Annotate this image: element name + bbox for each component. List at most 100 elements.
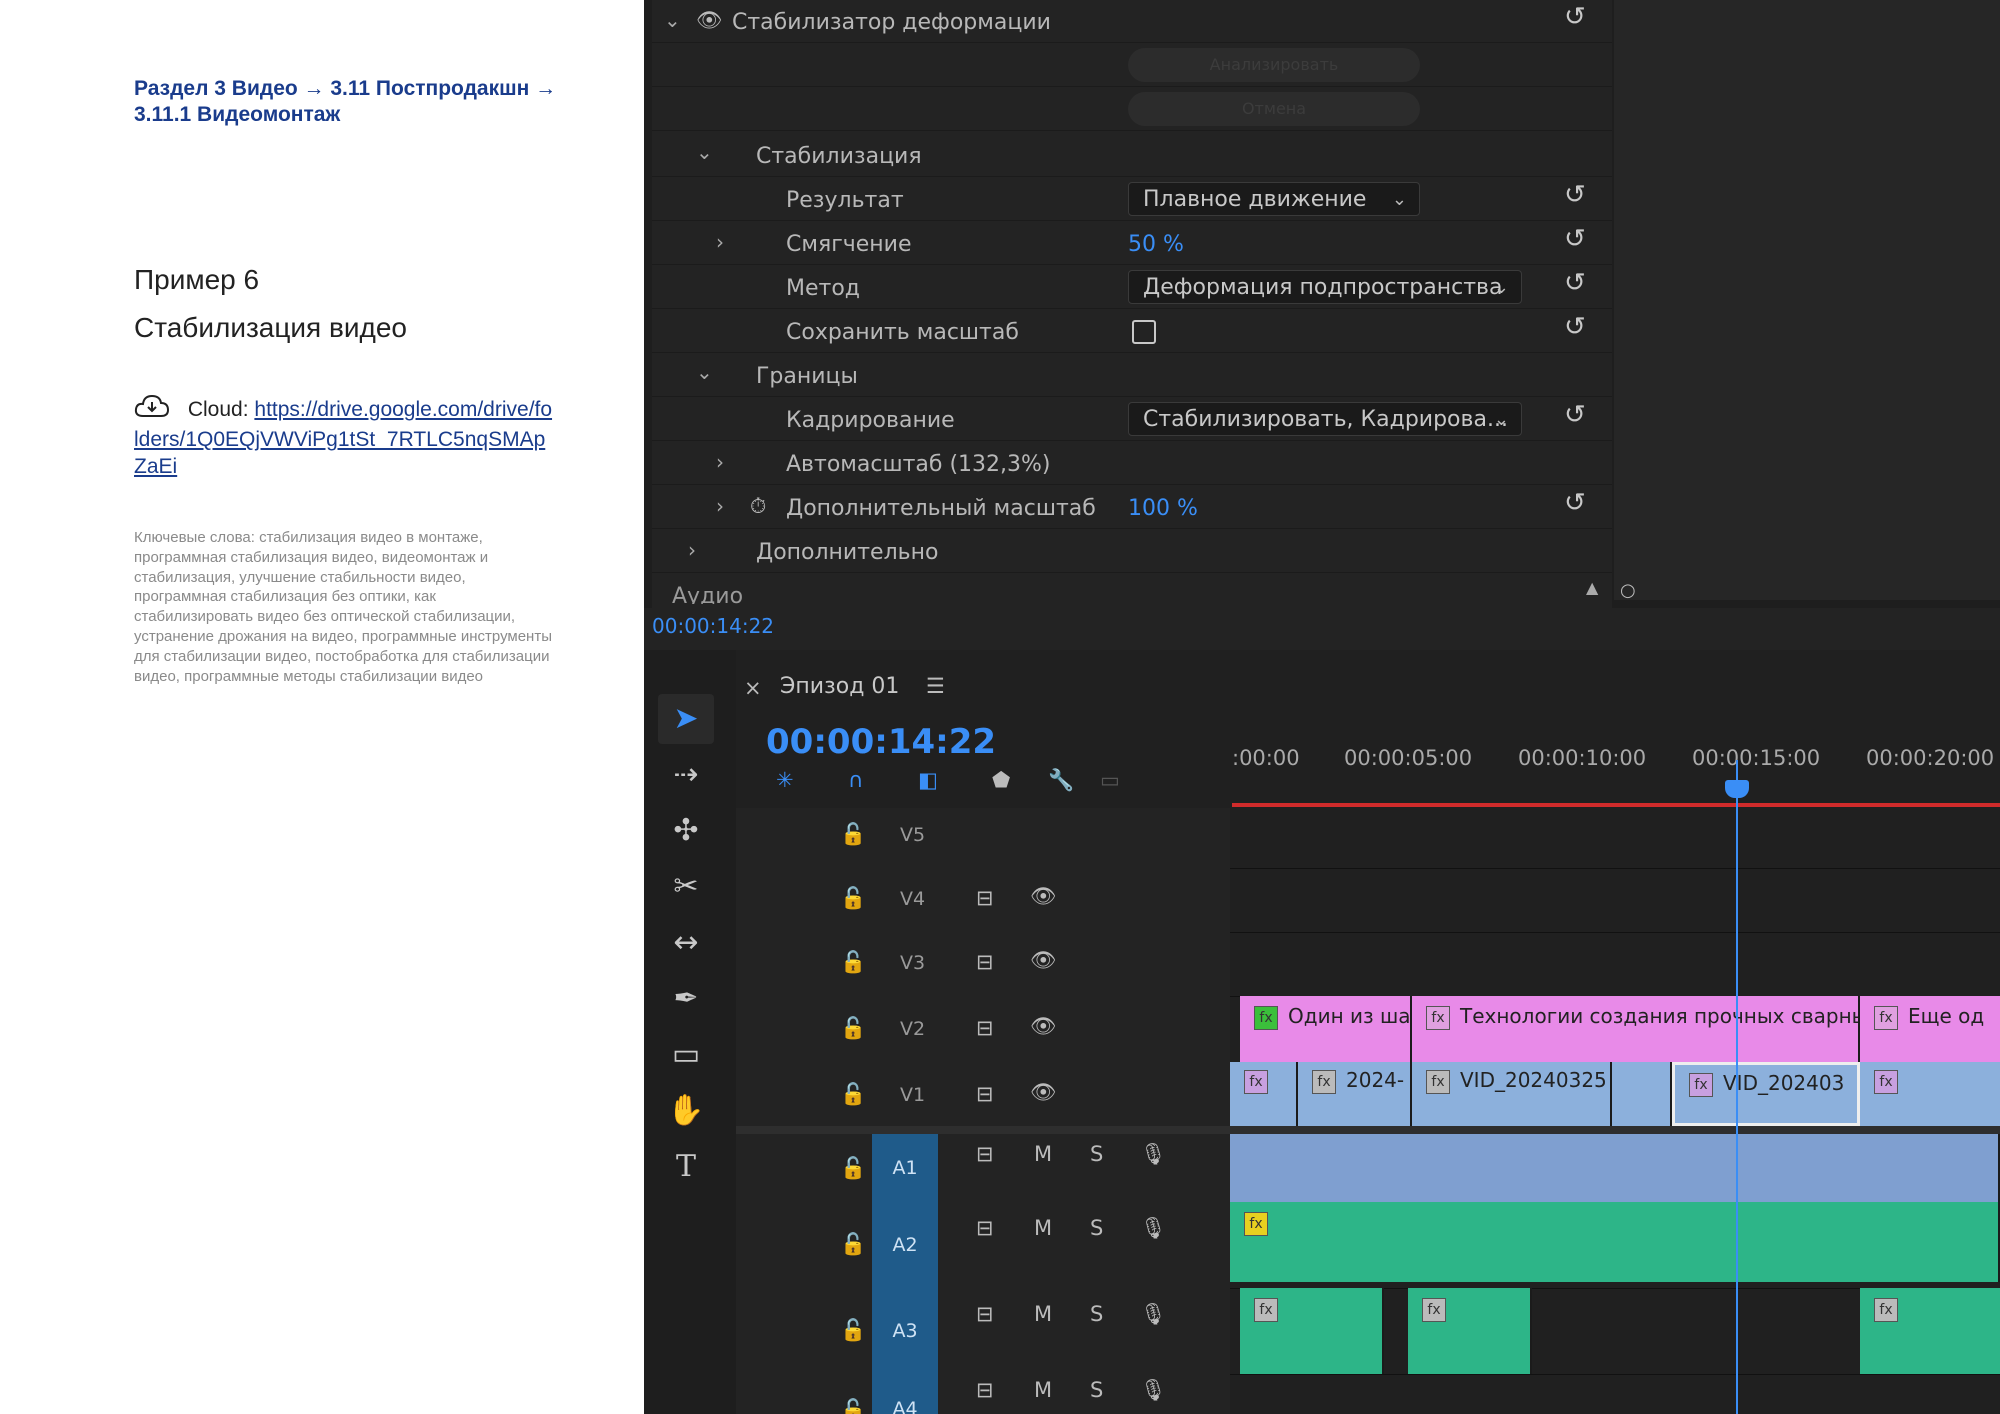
effect-header-row[interactable]: ⌄ 👁 Стабилизатор деформации ↺ [652,0,1612,43]
title-clip[interactable]: fx Технологии создания прочных сварных с [1412,996,1860,1062]
close-icon[interactable]: × [744,676,762,700]
linked-selection-icon[interactable]: ◧ [918,768,938,792]
sync-lock-icon[interactable]: ⊟ [976,1142,994,1166]
type-tool-icon[interactable]: T [658,1142,714,1192]
work-area-bar[interactable] [1232,803,2000,807]
microphone-icon[interactable]: 🎙 [1140,1142,1167,1167]
playhead-line[interactable] [1736,760,1738,1414]
lock-icon[interactable]: 🔓 [840,950,866,975]
chevron-down-icon[interactable]: ⌄ [696,140,713,164]
eye-icon[interactable]: 👁 [1030,948,1057,973]
track-label[interactable]: A2 [872,1202,938,1288]
sync-lock-icon[interactable]: ⊟ [976,1302,994,1326]
reset-icon[interactable]: ↺ [1564,268,1586,298]
track-divider[interactable] [736,1126,2000,1134]
track-label[interactable]: A3 [872,1288,938,1374]
framing-dropdown[interactable]: Стабилизировать, Кадрирова... ⌄ [1128,402,1522,436]
audio-clip[interactable]: fx [1240,1288,1384,1374]
video-clip[interactable]: fx VID_20240325 [1412,1062,1612,1126]
sync-lock-icon[interactable]: ⊟ [976,1082,994,1106]
selected-video-clip[interactable]: fx VID_202403 [1672,1062,1860,1126]
wrench-icon[interactable]: 🔧 [1048,768,1074,793]
track-select-tool-icon[interactable]: ⇢ [658,750,714,800]
sync-lock-off-icon[interactable]: ⊟ [976,886,994,910]
chevron-right-icon[interactable]: › [716,230,724,254]
chevron-down-icon[interactable]: ⌄ [664,8,681,32]
borders-section[interactable]: ⌄ Границы [652,354,1612,397]
solo-button[interactable]: S [1090,1142,1103,1166]
stabilization-section[interactable]: ⌄ Стабилизация [652,134,1612,177]
eye-icon[interactable]: 👁 [1030,1080,1057,1105]
lock-icon[interactable]: 🔓 [840,1398,866,1414]
hand-tool-icon[interactable]: ✋ [658,1086,714,1136]
mute-button[interactable]: M [1034,1378,1052,1402]
scroll-up-icon[interactable]: ▲ [1586,578,1598,597]
result-dropdown[interactable]: Плавное движение ⌄ [1128,182,1420,216]
lock-icon[interactable]: 🔓 [840,1082,866,1107]
microphone-icon[interactable]: 🎙 [1140,1216,1167,1241]
snap-magnet-icon[interactable]: ∩ [848,768,863,792]
lock-icon[interactable]: 🔓 [840,1016,866,1041]
lock-icon[interactable]: 🔓 [840,1156,866,1181]
reset-icon[interactable]: ↺ [1564,224,1586,254]
microphone-icon[interactable]: 🎙 [1140,1378,1167,1403]
stopwatch-icon[interactable]: ⏱ [750,494,766,519]
mute-button[interactable]: M [1034,1142,1052,1166]
reset-icon[interactable]: ↺ [1564,312,1586,342]
zoom-handle-icon[interactable]: ○ [1620,580,1636,601]
analyze-button[interactable]: Анализировать [1128,48,1420,82]
sync-lock-icon[interactable]: ⊟ [976,1216,994,1240]
chevron-right-icon[interactable]: › [716,494,724,518]
title-clip[interactable]: fx Один из ша [1240,996,1412,1062]
chevron-right-icon[interactable]: › [688,538,696,562]
audio-clip[interactable] [1230,1134,2000,1202]
extra-scale-value[interactable]: 100 % [1128,496,1198,521]
lock-icon[interactable]: 🔓 [840,1318,866,1343]
tab-episode-01[interactable]: Эпизод 01 [780,674,899,699]
lock-icon[interactable]: 🔓 [840,822,866,847]
video-clip[interactable]: fx 2024- [1298,1062,1412,1126]
chevron-right-icon[interactable]: › [716,450,724,474]
pen-tool-icon[interactable]: ✒ [658,974,714,1024]
sync-lock-icon[interactable]: ⊟ [976,950,994,974]
lock-icon[interactable]: 🔓 [840,886,866,911]
solo-button[interactable]: S [1090,1378,1103,1402]
title-clip[interactable]: fx Еще од [1860,996,2000,1062]
reset-icon[interactable]: ↺ [1564,488,1586,518]
solo-button[interactable]: S [1090,1216,1103,1240]
smoothing-value[interactable]: 50 % [1128,232,1184,257]
video-clip[interactable]: fx [1230,1062,1298,1126]
microphone-icon[interactable]: 🎙 [1140,1302,1167,1327]
track-label[interactable]: A1 [872,1134,938,1202]
video-clip[interactable] [1612,1062,1672,1126]
audio-clip[interactable]: fx [1408,1288,1532,1374]
mute-button[interactable]: M [1034,1302,1052,1326]
chevron-down-icon[interactable]: ⌄ [696,360,713,384]
captions-icon[interactable]: ▭ [1100,768,1120,792]
video-clip[interactable]: fx [1860,1062,2000,1126]
sequence-timecode[interactable]: 00:00:14:22 [766,722,996,762]
menu-icon[interactable]: ☰ [926,674,945,698]
track-label[interactable]: A4 [872,1374,938,1414]
reset-icon[interactable]: ↺ [1564,400,1586,430]
sync-lock-icon[interactable]: ⊟ [976,1016,994,1040]
rectangle-tool-icon[interactable]: ▭ [658,1030,714,1080]
sync-lock-icon[interactable]: ⊟ [976,1378,994,1402]
audio-section[interactable]: Аудио [652,574,1612,604]
nest-icon[interactable]: ✳ [776,768,794,792]
audio-clip[interactable]: fx [1860,1288,2000,1374]
ripple-edit-tool-icon[interactable]: ✣ [658,806,714,856]
eye-icon[interactable]: 👁 [1030,884,1057,909]
cancel-button[interactable]: Отмена [1128,92,1420,126]
slip-tool-icon[interactable]: ↔ [658,918,714,968]
eye-icon[interactable]: 👁 [1030,1014,1057,1039]
reset-icon[interactable]: ↺ [1564,2,1586,32]
solo-button[interactable]: S [1090,1302,1103,1326]
add-marker-icon[interactable]: ⬟ [992,768,1010,792]
method-dropdown[interactable]: Деформация подпространства ⌄ [1128,270,1522,304]
mute-button[interactable]: M [1034,1216,1052,1240]
razor-tool-icon[interactable]: ✂ [658,862,714,912]
audio-clip-music[interactable]: fx [1230,1202,2000,1282]
effect-controls-timecode[interactable]: 00:00:14:22 [652,614,774,638]
reset-icon[interactable]: ↺ [1564,180,1586,210]
